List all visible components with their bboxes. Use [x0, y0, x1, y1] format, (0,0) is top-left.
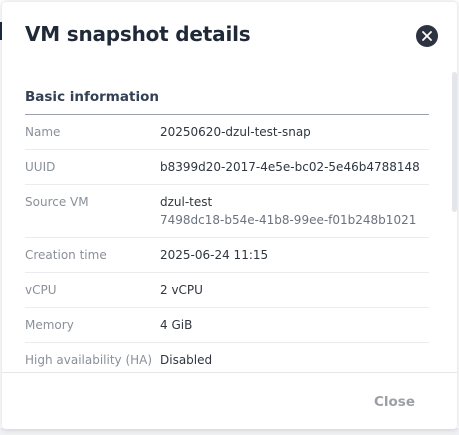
detail-row-vcpu: vCPU 2 vCPU — [25, 273, 429, 308]
section-title-basic-information: Basic information — [25, 89, 159, 105]
vm-snapshot-details-dialog: VM snapshot details Basic information Na… — [2, 2, 457, 429]
detail-value: b8399d20-2017-4e5e-bc02-5e46b4788148 — [160, 160, 420, 174]
detail-value: 2025-06-24 11:15 — [160, 248, 269, 262]
dialog-title: VM snapshot details — [25, 22, 251, 46]
detail-label: Memory — [25, 318, 74, 332]
dialog-body: Basic information Name 20250620-dzul-tes… — [2, 74, 457, 372]
footer-divider — [2, 372, 457, 373]
detail-row-uuid: UUID b8399d20-2017-4e5e-bc02-5e46b478814… — [25, 150, 429, 185]
detail-row-name: Name 20250620-dzul-test-snap — [25, 115, 429, 150]
detail-value: 2 vCPU — [160, 283, 203, 297]
detail-value: Disabled — [160, 353, 213, 367]
background-strip — [0, 428, 459, 435]
detail-label: Creation time — [25, 248, 107, 262]
detail-label: Source VM — [25, 195, 89, 209]
detail-row-creation-time: Creation time 2025-06-24 11:15 — [25, 238, 429, 273]
detail-value: 4 GiB — [160, 318, 193, 332]
detail-label: Name — [25, 125, 61, 139]
close-icon — [422, 31, 432, 41]
detail-row-memory: Memory 4 GiB — [25, 308, 429, 343]
detail-row-source-vm: Source VM dzul-test 7498dc18-b54e-41b8-9… — [25, 185, 429, 238]
detail-row-high-availability: High availability (HA) Disabled — [25, 343, 429, 372]
detail-value: 20250620-dzul-test-snap — [160, 125, 311, 139]
detail-value: dzul-test — [160, 195, 213, 209]
close-button[interactable]: Close — [374, 394, 415, 410]
detail-label: vCPU — [25, 283, 57, 297]
detail-label: High availability (HA) — [25, 353, 153, 367]
detail-label: UUID — [25, 160, 56, 174]
detail-subvalue: 7498dc18-b54e-41b8-99ee-f01b248b1021 — [160, 213, 417, 227]
close-icon-button[interactable] — [416, 25, 438, 47]
